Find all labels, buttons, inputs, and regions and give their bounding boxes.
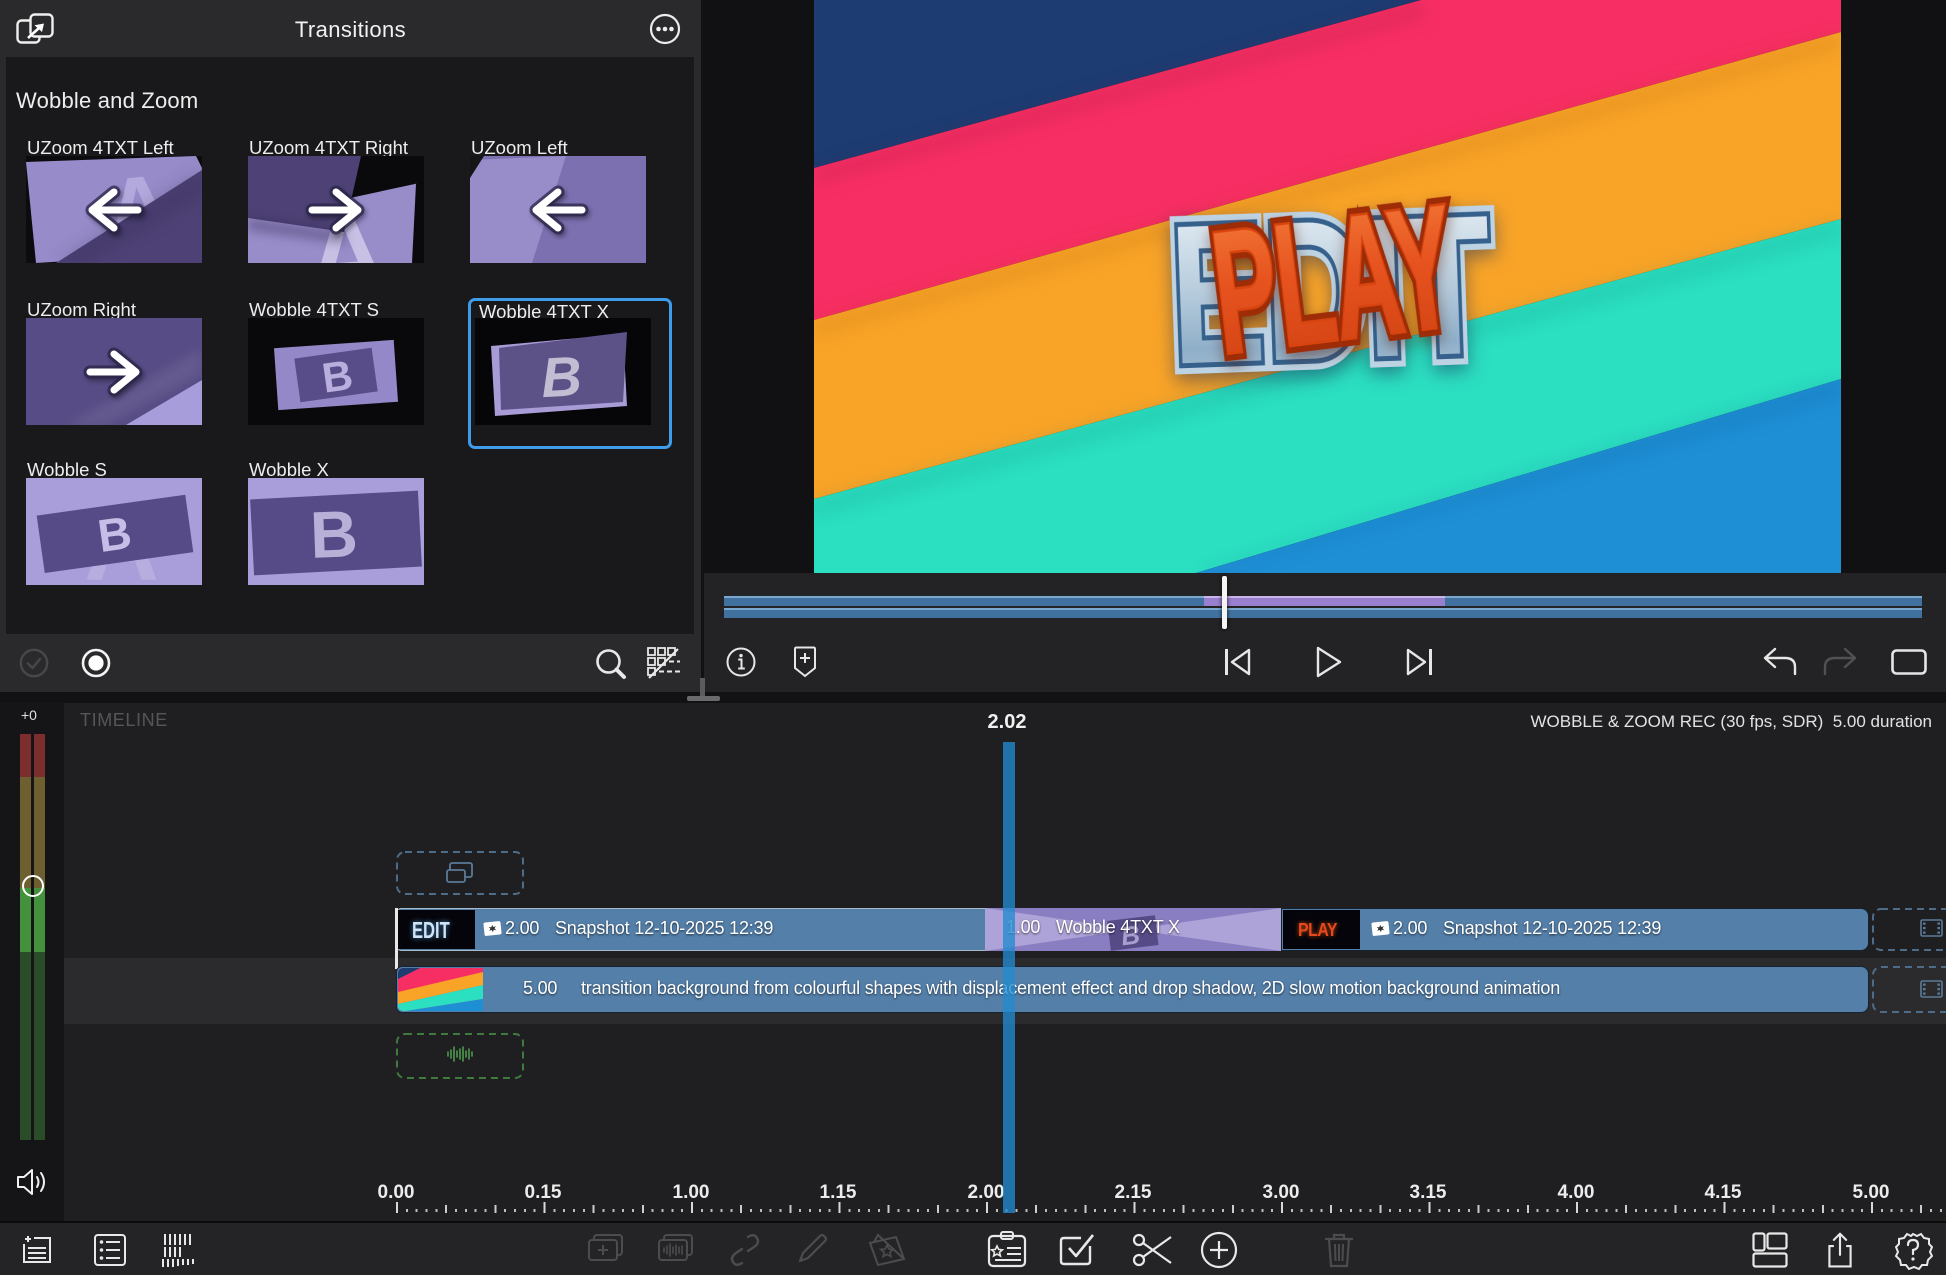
svg-text:B: B <box>309 496 359 572</box>
svg-text:B: B <box>319 351 356 402</box>
svg-text:PLAY: PLAY <box>1203 167 1465 390</box>
